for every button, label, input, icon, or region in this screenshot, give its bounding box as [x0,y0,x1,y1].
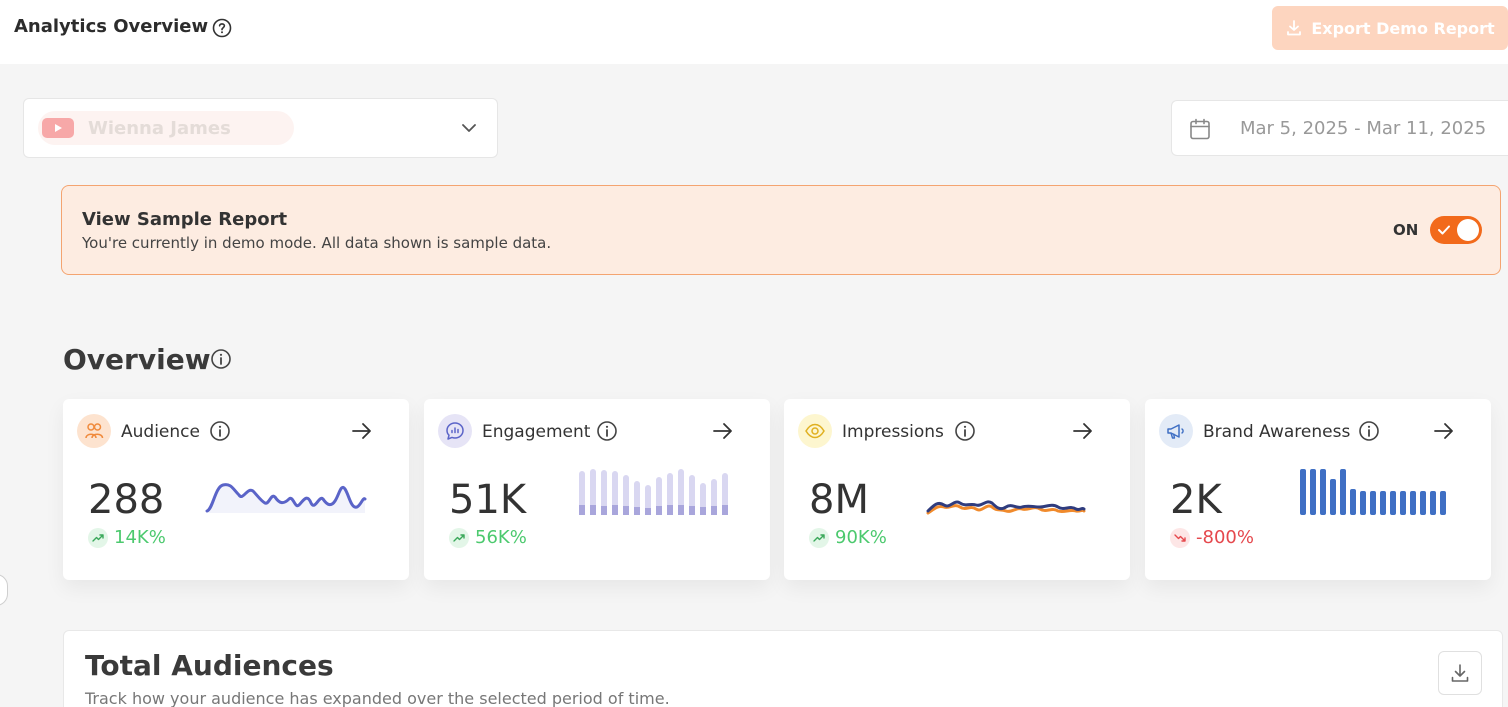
export-report-button[interactable]: Export Demo Report [1272,6,1508,50]
account-chip: Wienna James [38,111,294,145]
card-value: 288 [88,477,165,523]
date-range-text: Mar 5, 2025 - Mar 11, 2025 [1240,118,1487,139]
calendar-icon [1190,118,1210,140]
trend-up-icon [809,527,829,548]
trend-up-icon [88,527,108,548]
total-audiences-subtitle: Track how your audience has expanded ove… [85,689,670,707]
sidebar-toggle-handle[interactable] [0,574,8,606]
info-icon[interactable] [596,420,618,442]
download-button[interactable] [1438,651,1482,695]
banner-subtitle: You're currently in demo mode. All data … [82,234,552,252]
audience-sparkline [205,483,367,513]
total-audiences-panel: Total Audiences Track how your audience … [63,630,1503,707]
toggle-knob [1457,219,1479,241]
audience-card[interactable]: Audience 288 14K% [63,399,409,580]
info-icon[interactable] [209,420,231,442]
arrow-right-icon[interactable] [710,418,736,444]
card-value: 8M [809,477,869,523]
card-label: Engagement [482,422,591,442]
card-change: 90K% [809,527,887,548]
card-label: Impressions [842,422,944,442]
check-icon [1438,225,1450,235]
export-report-label: Export Demo Report [1311,18,1495,38]
help-icon[interactable] [212,18,232,38]
card-value: 2K [1170,477,1222,523]
card-label: Audience [121,422,200,442]
card-change-value: 90K% [835,527,887,548]
card-value: 51K [449,477,527,523]
info-icon[interactable] [210,348,232,370]
card-change-value: -800% [1196,527,1254,548]
page-title: Analytics Overview [14,16,209,37]
toggle-label: ON [1393,221,1419,239]
trend-up-icon [449,527,469,548]
card-change-value: 14K% [114,527,166,548]
card-change: -800% [1170,527,1254,548]
impressions-sparkline [926,500,1086,515]
audience-icon [77,414,111,448]
date-range-picker[interactable]: Mar 5, 2025 - Mar 11, 2025 [1171,100,1508,156]
total-audiences-title: Total Audiences [85,649,334,682]
sample-report-banner: View Sample Report You're currently in d… [61,185,1501,275]
account-selector[interactable]: Wienna James [23,98,498,158]
arrow-right-icon[interactable] [1431,418,1457,444]
download-icon [1451,664,1469,682]
chevron-down-icon[interactable] [458,117,480,139]
card-label: Brand Awareness [1203,422,1351,442]
engagement-sparkline [579,469,728,515]
download-icon [1287,20,1302,36]
trend-down-icon [1170,527,1190,548]
overview-title: Overview [63,343,211,376]
engagement-card[interactable]: Engagement 51K 56K% [424,399,770,580]
banner-title: View Sample Report [82,209,288,230]
arrow-right-icon[interactable] [1070,418,1096,444]
engagement-icon [438,414,472,448]
info-icon[interactable] [954,420,976,442]
impressions-card[interactable]: Impressions 8M 90K% [784,399,1130,580]
sample-report-toggle[interactable] [1430,216,1482,244]
info-icon[interactable] [1358,420,1380,442]
arrow-right-icon[interactable] [349,418,375,444]
eye-icon [798,414,832,448]
brand-awareness-card[interactable]: Brand Awareness 2K -800% [1145,399,1491,580]
youtube-icon [42,118,74,138]
brand-awareness-sparkline [1300,469,1446,515]
card-change: 14K% [88,527,166,548]
card-change-value: 56K% [475,527,527,548]
top-bar: Analytics Overview Export Demo Report [0,0,1508,64]
account-name: Wienna James [88,117,231,139]
card-change: 56K% [449,527,527,548]
megaphone-icon [1159,414,1193,448]
